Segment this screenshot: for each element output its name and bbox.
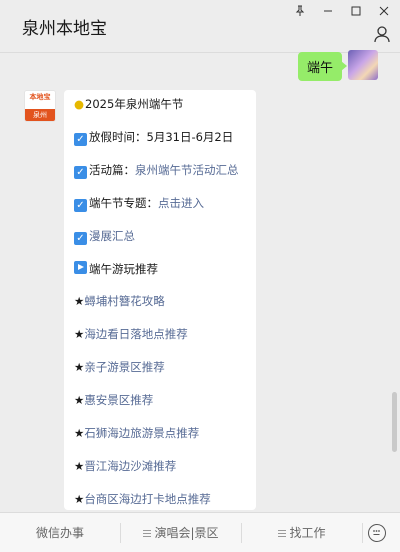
activity-line: ✓ 活动篇：泉州端午节活动汇总: [74, 162, 239, 179]
profile-icon[interactable]: [372, 24, 392, 44]
list-item: ★台商区海边打卡地点推荐: [74, 491, 211, 507]
topic-link[interactable]: 点击进入: [158, 196, 204, 210]
check-icon: ✓: [74, 199, 87, 212]
check-icon: ✓: [74, 166, 87, 179]
star-icon: ★: [74, 327, 85, 341]
star-icon: ★: [74, 426, 85, 440]
close-icon[interactable]: [374, 2, 394, 20]
submenu-icon: [143, 530, 152, 537]
recommendation-link[interactable]: 海边看日落地点推荐: [84, 327, 188, 341]
list-item: ★石狮海边旅游景点推荐: [74, 425, 199, 441]
maximize-icon[interactable]: [346, 2, 366, 20]
bottom-menu: 微信办事 演唱会|景区 找工作: [0, 512, 400, 552]
topic-line: ✓ 端午节专题：点击进入: [74, 195, 204, 212]
incoming-message-bubble: ●2025年泉州端午节 ✓ 放假时间：5月31日-6月2日 ✓ 活动篇：泉州端午节活…: [64, 90, 256, 510]
bot-avatar[interactable]: 本地宝 泉州: [24, 90, 56, 122]
sun-icon: ●: [74, 97, 85, 111]
chat-scrollbar[interactable]: [392, 392, 397, 452]
activity-label: 活动篇：: [89, 163, 135, 177]
pin-icon[interactable]: [290, 2, 310, 20]
list-item: ★晋江海边沙滩推荐: [74, 458, 176, 474]
submenu-icon: [278, 530, 287, 537]
keyboard-icon[interactable]: [368, 524, 386, 542]
holiday-value: 5月31日-6月2日: [146, 130, 234, 144]
star-icon: ★: [74, 360, 85, 374]
recommend-heading-line: 端午游玩推荐: [74, 261, 158, 277]
star-icon: ★: [74, 492, 85, 506]
menu-item-find-job[interactable]: 找工作: [242, 513, 362, 552]
list-item: ★亲子游景区推荐: [74, 359, 165, 375]
holiday-line: ✓ 放假时间：5月31日-6月2日: [74, 129, 233, 146]
check-icon: ✓: [74, 232, 87, 245]
menu-item-label: 找工作: [289, 526, 326, 540]
list-item: ★蟳埔村簪花攻略: [74, 293, 165, 309]
star-icon: ★: [74, 393, 85, 407]
star-icon: ★: [74, 294, 85, 308]
exhibition-link[interactable]: 漫展汇总: [89, 229, 135, 243]
menu-item-label: 微信办事: [35, 526, 84, 540]
outgoing-message-text: 端午: [306, 61, 333, 76]
title-bar: 泉州本地宝: [0, 0, 400, 52]
message-heading-line: ●2025年泉州端午节: [74, 96, 183, 112]
user-avatar[interactable]: [348, 50, 378, 80]
recommendation-link[interactable]: 台商区海边打卡地点推荐: [84, 492, 211, 506]
recommendation-link[interactable]: 蟳埔村簪花攻略: [84, 294, 165, 308]
recommendation-link[interactable]: 亲子游景区推荐: [84, 360, 165, 374]
holiday-label: 放假时间：: [89, 130, 147, 144]
menu-item-concert-scenic[interactable]: 演唱会|景区: [121, 513, 241, 552]
window-title: 泉州本地宝: [22, 19, 107, 39]
menu-item-label: 演唱会|景区: [154, 526, 219, 540]
recommendation-link[interactable]: 惠安景区推荐: [84, 393, 153, 407]
play-icon: [74, 261, 87, 274]
outgoing-message-bubble[interactable]: 端午: [297, 52, 348, 81]
topic-label: 端午节专题：: [89, 196, 158, 210]
minimize-icon[interactable]: [318, 2, 338, 20]
menu-item-wechat-service[interactable]: 微信办事: [0, 513, 120, 552]
bot-avatar-bottom-text: 泉州: [25, 109, 55, 121]
star-icon: ★: [74, 459, 85, 473]
list-item: ★惠安景区推荐: [74, 392, 153, 408]
message-heading: 2025年泉州端午节: [85, 97, 184, 111]
menu-divider: [362, 523, 363, 543]
list-item: ★海边看日落地点推荐: [74, 326, 188, 342]
check-icon: ✓: [74, 133, 87, 146]
exhibition-line: ✓ 漫展汇总: [74, 228, 135, 245]
activity-link[interactable]: 泉州端午节活动汇总: [135, 163, 239, 177]
recommendation-link[interactable]: 晋江海边沙滩推荐: [84, 459, 176, 473]
recommend-heading: 端午游玩推荐: [89, 262, 158, 276]
bot-avatar-top-text: 本地宝: [25, 91, 55, 109]
recommendation-link[interactable]: 石狮海边旅游景点推荐: [84, 426, 199, 440]
